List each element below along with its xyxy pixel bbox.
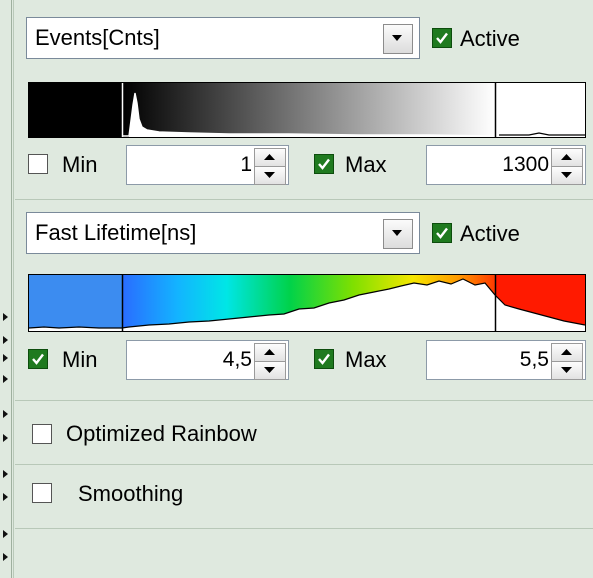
checkmark-icon bbox=[318, 353, 330, 365]
arrow-up-icon bbox=[264, 154, 275, 160]
expand-arrow-icon[interactable] bbox=[3, 493, 8, 501]
expand-arrow-icon[interactable] bbox=[3, 375, 8, 383]
channel1-max-value: 1300 bbox=[502, 153, 549, 176]
channel2-min-decrement-button[interactable] bbox=[254, 361, 286, 380]
channel2-min-checkbox[interactable] bbox=[28, 349, 48, 369]
channel2-min-increment-button[interactable] bbox=[254, 343, 286, 362]
expand-arrow-icon[interactable] bbox=[3, 434, 8, 442]
chevron-down-icon bbox=[392, 35, 402, 41]
expand-arrow-icon[interactable] bbox=[3, 410, 8, 418]
channel2-min-spinner[interactable]: 4,5 bbox=[126, 340, 289, 380]
channel2-max-spinner[interactable]: 5,5 bbox=[426, 340, 586, 380]
arrow-up-icon bbox=[264, 349, 275, 355]
channel2-min-value: 4,5 bbox=[222, 348, 252, 371]
channel2-active-checkbox[interactable] bbox=[432, 223, 452, 243]
channel2-active-label: Active bbox=[460, 221, 520, 246]
optimized-rainbow-checkbox[interactable] bbox=[32, 424, 52, 444]
channel1-select-value: Events[Cnts] bbox=[35, 25, 160, 50]
smoothing-checkbox[interactable] bbox=[32, 483, 52, 503]
channel1-max-spinner[interactable]: 1300 bbox=[426, 145, 586, 185]
channel2-select[interactable]: Fast Lifetime[ns] bbox=[26, 212, 420, 254]
section-divider bbox=[15, 528, 593, 529]
arrow-down-icon bbox=[264, 367, 275, 373]
checkmark-icon bbox=[318, 158, 330, 170]
gutter-divider bbox=[11, 0, 12, 578]
arrow-up-icon bbox=[561, 349, 572, 355]
expand-arrow-icon[interactable] bbox=[3, 470, 8, 478]
channel1-active-checkbox[interactable] bbox=[432, 28, 452, 48]
section-divider bbox=[15, 464, 593, 465]
channel2-max-label: Max bbox=[345, 347, 387, 372]
channel1-max-label: Max bbox=[345, 152, 387, 177]
channel2-histogram[interactable] bbox=[28, 274, 586, 332]
channel1-min-checkbox[interactable] bbox=[28, 154, 48, 174]
channel1-min-label: Min bbox=[62, 152, 98, 177]
checkmark-icon bbox=[436, 32, 448, 44]
channel1-max-decrement-button[interactable] bbox=[551, 166, 583, 185]
arrow-up-icon bbox=[561, 154, 572, 160]
section-divider bbox=[15, 400, 593, 401]
channel1-dropdown-button[interactable] bbox=[383, 24, 413, 54]
expand-arrow-icon[interactable] bbox=[3, 313, 8, 321]
channel2-histogram-plot bbox=[29, 275, 585, 331]
arrow-down-icon bbox=[561, 367, 572, 373]
channel2-dropdown-button[interactable] bbox=[383, 219, 413, 249]
channel2-min-label: Min bbox=[62, 347, 98, 372]
channel1-max-increment-button[interactable] bbox=[551, 148, 583, 167]
channel1-histogram[interactable] bbox=[28, 82, 586, 138]
channel2-max-decrement-button[interactable] bbox=[551, 361, 583, 380]
channel1-histogram-plot bbox=[29, 83, 585, 137]
channel1-min-decrement-button[interactable] bbox=[254, 166, 286, 185]
arrow-down-icon bbox=[561, 172, 572, 178]
channel1-select[interactable]: Events[Cnts] bbox=[26, 17, 420, 59]
arrow-down-icon bbox=[264, 172, 275, 178]
channel1-min-value: 1 bbox=[240, 153, 252, 176]
optimized-rainbow-label: Optimized Rainbow bbox=[66, 421, 257, 446]
expand-arrow-icon[interactable] bbox=[3, 530, 8, 538]
channel1-max-checkbox[interactable] bbox=[314, 154, 334, 174]
checkmark-icon bbox=[32, 353, 44, 365]
channel1-active-label: Active bbox=[460, 26, 520, 51]
channel2-max-increment-button[interactable] bbox=[551, 343, 583, 362]
expand-arrow-icon[interactable] bbox=[3, 336, 8, 344]
section-divider bbox=[15, 199, 593, 200]
channel2-max-value: 5,5 bbox=[519, 348, 549, 371]
checkmark-icon bbox=[436, 227, 448, 239]
expand-arrow-icon[interactable] bbox=[3, 354, 8, 362]
channel2-max-checkbox[interactable] bbox=[314, 349, 334, 369]
chevron-down-icon bbox=[392, 230, 402, 236]
channel1-min-increment-button[interactable] bbox=[254, 148, 286, 167]
smoothing-label: Smoothing bbox=[78, 481, 184, 506]
expand-arrow-icon[interactable] bbox=[3, 553, 8, 561]
channel1-min-spinner[interactable]: 1 bbox=[126, 145, 289, 185]
channel2-select-value: Fast Lifetime[ns] bbox=[35, 220, 197, 245]
